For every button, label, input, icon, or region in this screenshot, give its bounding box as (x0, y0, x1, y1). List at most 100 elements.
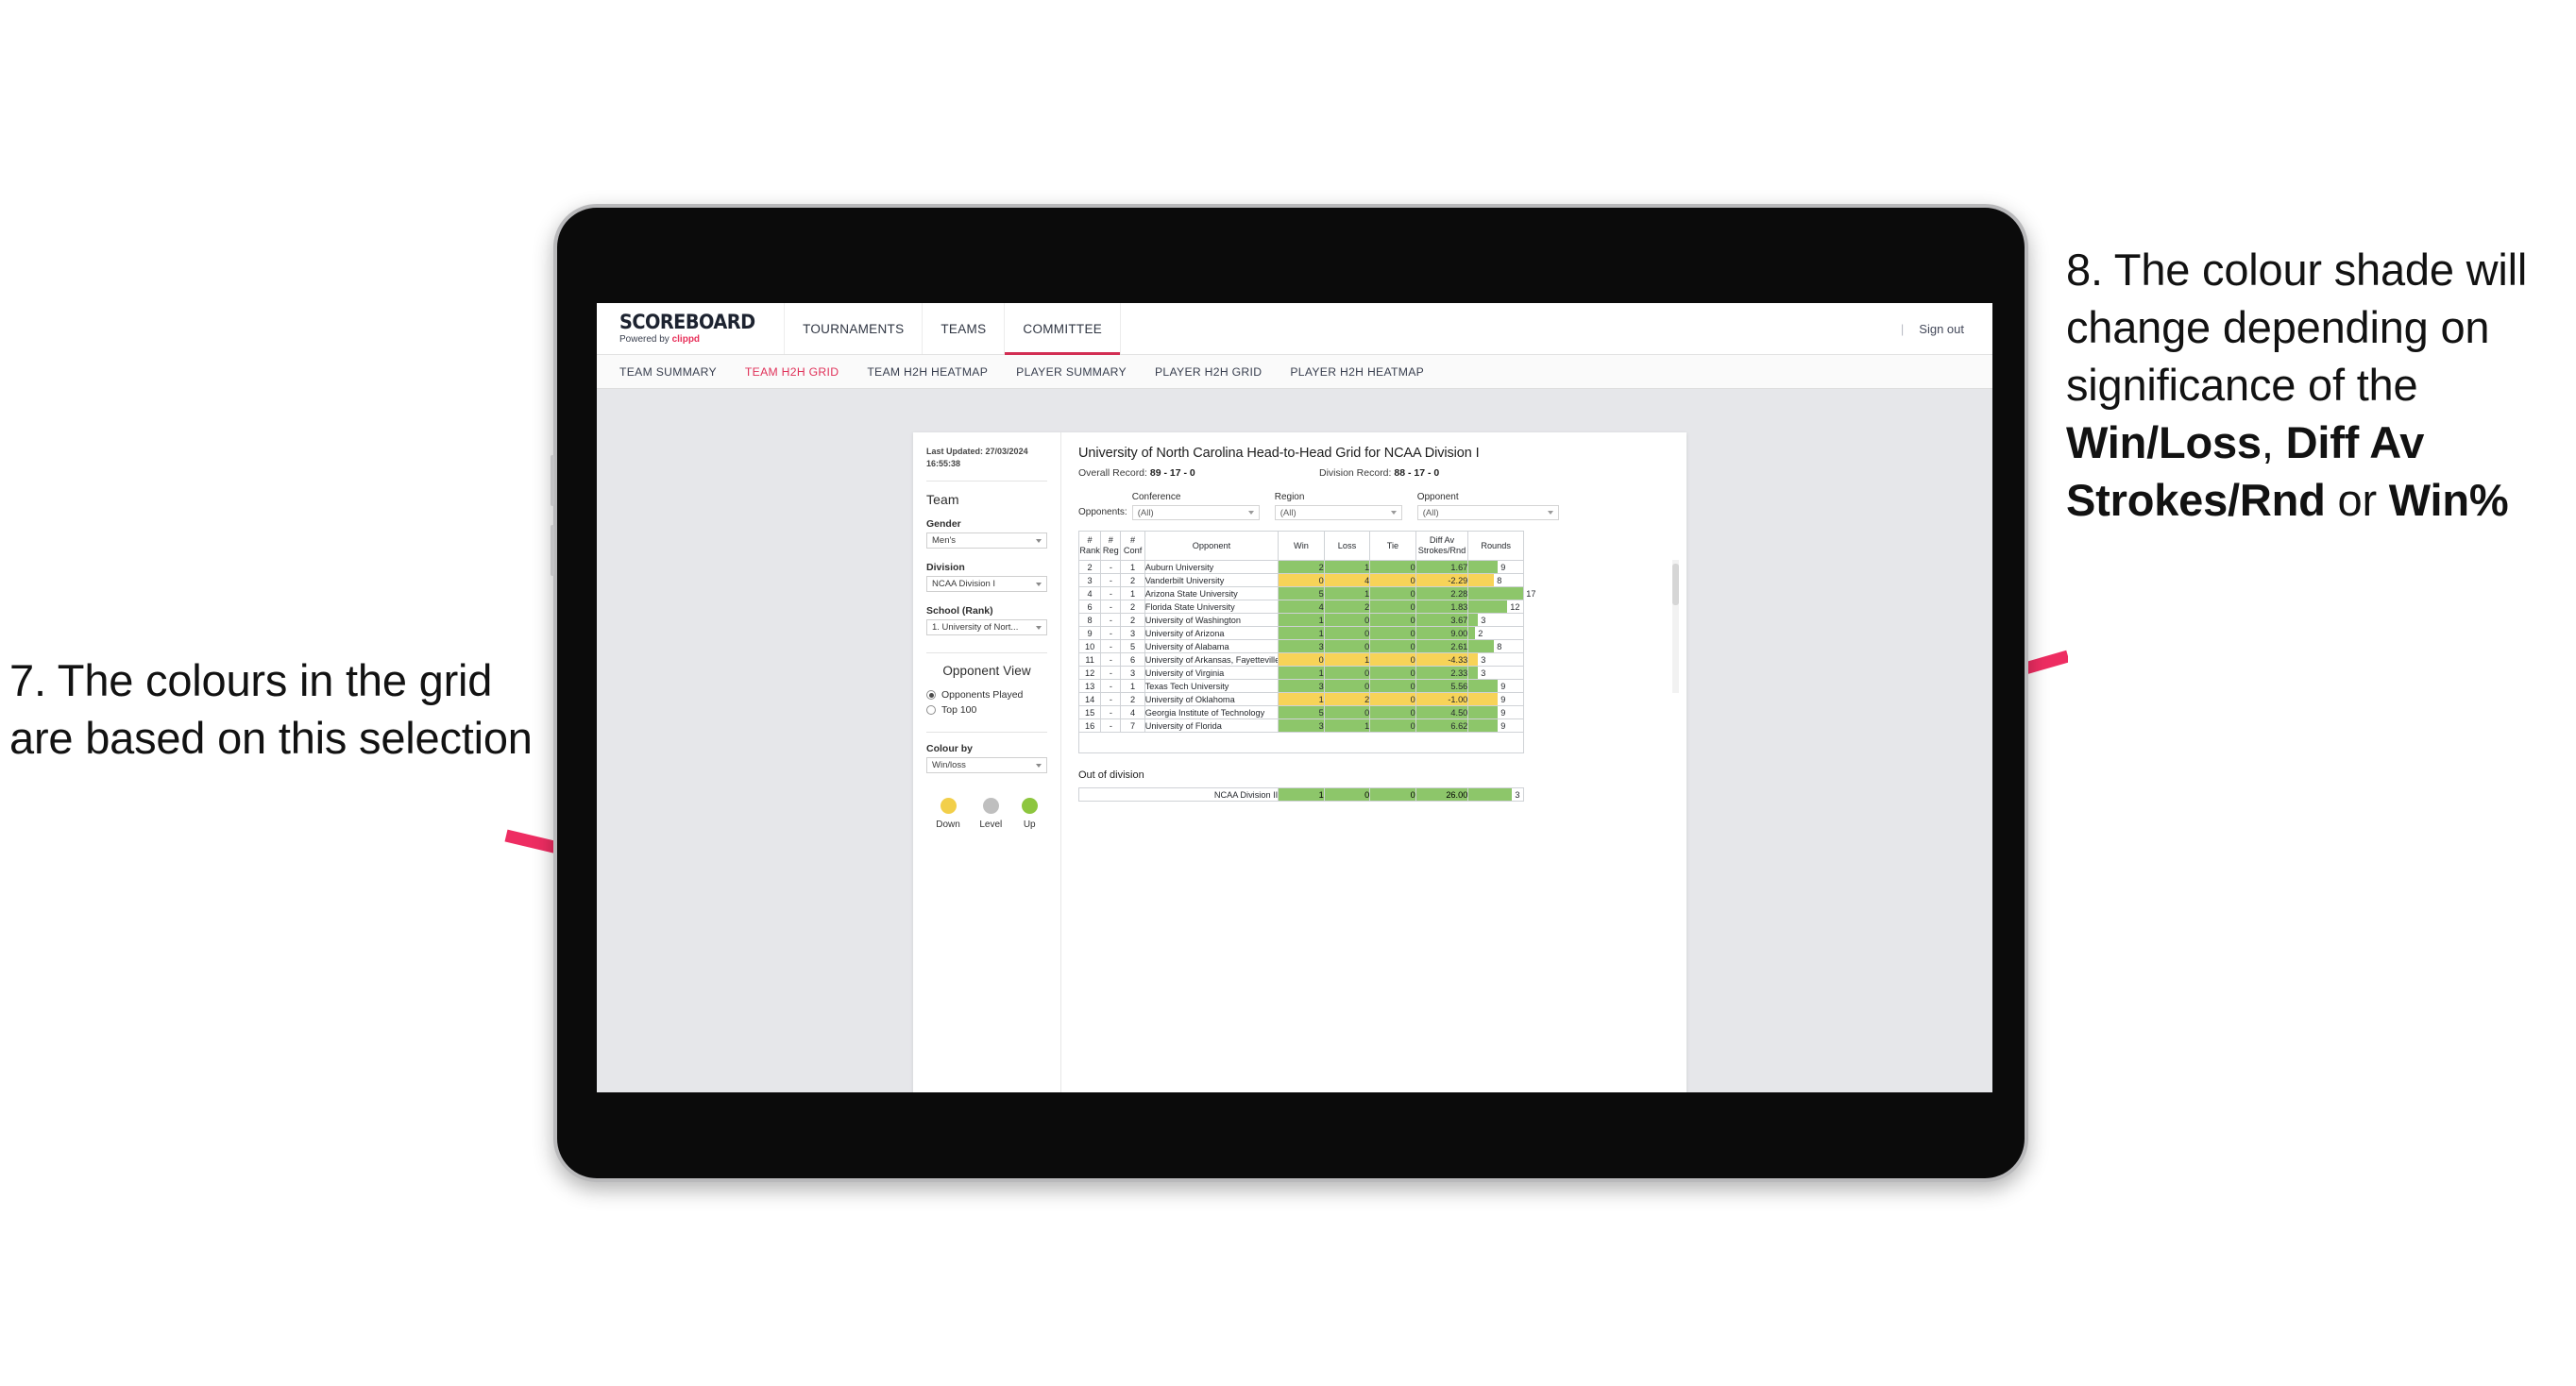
opponent-filters: Opponents: Conference (All) Region (All)… (1078, 492, 1669, 520)
cell-rank: 13 (1077, 679, 1102, 693)
table-header: # Rank # Reg # Conf Opponent Win Loss Tie D… (1077, 531, 1524, 561)
cell-rank: 10 (1077, 639, 1102, 653)
cell-diff: 1.83 (1415, 600, 1469, 614)
cell-win: 4 (1278, 600, 1325, 614)
header-tab-teams[interactable]: TEAMS (922, 303, 1004, 354)
cell-rounds: 8 (1467, 573, 1524, 587)
cell-diff: 9.00 (1415, 626, 1469, 640)
region-filter: Region (All) (1274, 492, 1402, 520)
table-scrollbar[interactable] (1672, 560, 1679, 693)
chevron-down-icon (1547, 511, 1553, 515)
rounds-bar (1468, 614, 1479, 626)
cell-reg: - (1100, 626, 1122, 640)
cell-conf: 1 (1120, 679, 1145, 693)
conference-filter-label: Conference (1131, 492, 1181, 502)
radio-selected-icon (926, 690, 936, 701)
cell-rank: 14 (1077, 692, 1102, 706)
school-select[interactable]: 1. University of Nort... (926, 619, 1047, 636)
rounds-bar (1468, 574, 1495, 586)
signout-area: | Sign out (1901, 303, 1992, 354)
division-value: NCAA Division I (932, 579, 996, 590)
opponent-filter-select[interactable]: (All) (1416, 505, 1559, 520)
divider (926, 732, 1047, 734)
opponent-view-heading: Opponent View (942, 664, 1031, 679)
header-tab-tournaments[interactable]: TOURNAMENTS (784, 303, 922, 354)
cell-loss: 0 (1323, 626, 1371, 640)
school-value: 1. University of Nort... (932, 622, 1019, 634)
table-row[interactable]: 12-3 University of Virginia 1 0 0 2.33 3 (1077, 666, 1524, 680)
table-row[interactable]: 3-2 Vanderbilt University 0 4 0 -2.29 8 (1077, 573, 1524, 587)
division-select[interactable]: NCAA Division I (926, 576, 1047, 593)
legend-label-up: Up (1023, 820, 1036, 831)
brand-name: SCOREBOARD (619, 311, 755, 333)
cell-diff: 4.50 (1415, 705, 1469, 719)
cell-tie: 0 (1369, 600, 1416, 614)
cell-rounds: 9 (1467, 705, 1524, 719)
annotation-8-bold-winpct: Win% (2388, 475, 2509, 526)
dashboard-canvas: Last Updated: 27/03/2024 16:55:38 Team G… (597, 389, 1992, 1092)
table-row[interactable]: 9-3 University of Arizona 1 0 0 9.00 2 (1077, 626, 1524, 640)
cell-loss: 1 (1323, 560, 1371, 574)
brand-logo[interactable]: SCOREBOARD Powered by clippd (597, 303, 784, 354)
cell-rank: 9 (1077, 626, 1102, 640)
cell-tie: 0 (1369, 666, 1416, 680)
last-updated-date: 27/03/2024 (985, 447, 1028, 456)
radio-top-100[interactable]: Top 100 (926, 704, 1047, 716)
last-updated: Last Updated: 27/03/2024 16:55:38 (926, 446, 1047, 470)
cell-tie: 0 (1369, 560, 1416, 574)
table-row[interactable]: 16-7 University of Florida 3 1 0 6.62 9 (1077, 718, 1524, 733)
h2h-table-wrapper: # Rank # Reg # Conf Opponent Win Loss Tie D… (1077, 531, 1679, 733)
rounds-value: 9 (1500, 681, 1506, 691)
subtab-team-h2h-heatmap[interactable]: TEAM H2H HEATMAP (867, 365, 988, 379)
cell-loss: 1 (1323, 718, 1371, 733)
cell-win: 1 (1278, 613, 1325, 627)
table-scrollbar-thumb[interactable] (1672, 564, 1679, 605)
rounds-bar (1468, 587, 1524, 600)
table-row[interactable]: 14-2 University of Oklahoma 1 2 0 -1.00 9 (1077, 692, 1524, 706)
cell-diff: 3.67 (1415, 613, 1469, 627)
cell-diff: 6.62 (1415, 718, 1469, 733)
out-of-division-row[interactable]: NCAA Division II 1 0 0 26.00 3 (1077, 787, 1524, 802)
rounds-bar (1468, 640, 1495, 652)
brand-clippd: clippd (671, 334, 701, 345)
cell-tie: 0 (1369, 586, 1416, 600)
table-row[interactable]: 15-4 Georgia Institute of Technology 5 0 0 4.… (1077, 705, 1524, 719)
subtab-team-h2h-grid[interactable]: TEAM H2H GRID (745, 365, 839, 379)
table-row[interactable]: 8-2 University of Washington 1 0 0 3.67 3 (1077, 613, 1524, 627)
cell-rounds: 2 (1467, 626, 1524, 640)
rounds-value: 2 (1478, 628, 1483, 638)
last-updated-time: 16:55:38 (926, 459, 961, 469)
cell-division-name: NCAA Division II (1077, 787, 1280, 802)
cell-opponent: Georgia Institute of Technology (1144, 705, 1280, 719)
cell-reg: - (1100, 692, 1122, 706)
conference-filter-select[interactable]: (All) (1131, 505, 1260, 520)
signout-button[interactable]: Sign out (1919, 322, 1964, 336)
subtab-player-summary[interactable]: PLAYER SUMMARY (1016, 365, 1127, 379)
rounds-bar (1468, 693, 1499, 705)
cell-reg: - (1100, 652, 1122, 667)
cell-win: 1 (1278, 787, 1325, 802)
tablet-button-volume-down (551, 525, 554, 576)
table-row[interactable]: 13-1 Texas Tech University 3 0 0 5.56 9 (1077, 679, 1524, 693)
header-tab-committee[interactable]: COMMITTEE (1004, 303, 1120, 355)
table-row[interactable]: 2-1 Auburn University 2 1 0 1.67 9 (1077, 560, 1524, 574)
subtab-player-h2h-heatmap[interactable]: PLAYER H2H HEATMAP (1290, 365, 1424, 379)
col-win: Win (1278, 531, 1325, 561)
col-conf: # Conf (1120, 531, 1145, 561)
table-row[interactable]: 11-6 University of Arkansas, Fayetteville… (1077, 652, 1524, 667)
table-row[interactable]: 6-2 Florida State University 4 2 0 1.83 12 (1077, 600, 1524, 614)
subtab-team-summary[interactable]: TEAM SUMMARY (619, 365, 717, 379)
table-row[interactable]: 4-1 Arizona State University 5 1 0 2.28 17 (1077, 586, 1536, 600)
cell-rounds: 8 (1467, 639, 1524, 653)
gender-select[interactable]: Men's (926, 532, 1047, 549)
subtab-player-h2h-grid[interactable]: PLAYER H2H GRID (1155, 365, 1262, 379)
colour-by-select[interactable]: Win/loss (926, 757, 1047, 774)
col-opponent: Opponent (1144, 531, 1280, 561)
table-row[interactable]: 10-5 University of Alabama 3 0 0 2.61 8 (1077, 639, 1524, 653)
annotation-8-text: 8. The colour shade will change dependin… (2066, 241, 2576, 529)
radio-opponents-played[interactable]: Opponents Played (926, 689, 1047, 701)
cell-opponent: Florida State University (1144, 600, 1280, 614)
region-filter-select[interactable]: (All) (1274, 505, 1402, 520)
conference-filter: Conference (All) (1131, 492, 1260, 520)
rounds-value: 9 (1500, 694, 1506, 704)
